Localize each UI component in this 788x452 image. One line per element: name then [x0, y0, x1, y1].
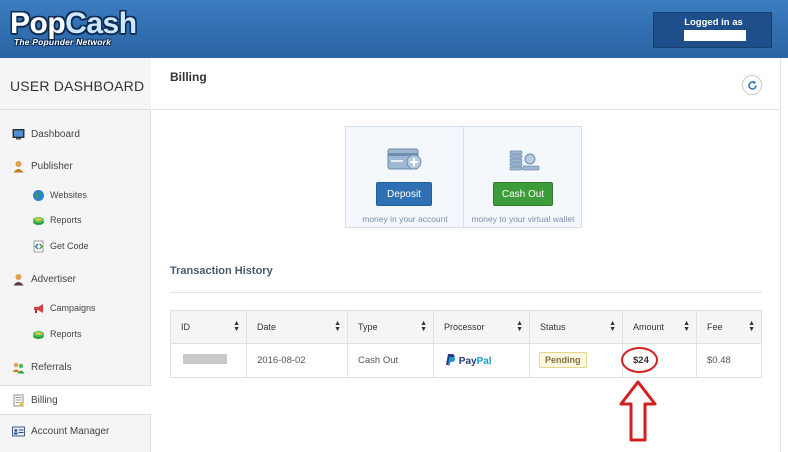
status-badge: Pending: [539, 352, 587, 368]
sidebar-item-billing[interactable]: Billing: [0, 385, 151, 415]
cell-type: Cash Out: [348, 344, 434, 378]
credit-card-icon: [387, 148, 422, 170]
refresh-button[interactable]: [742, 75, 762, 95]
sidebar-item-label: Websites: [50, 190, 87, 200]
sidebar: USER DASHBOARD Dashboard Publisher Websi…: [0, 58, 151, 452]
sidebar-item-publisher[interactable]: Publisher: [0, 155, 151, 179]
cell-fee: $0.48: [707, 355, 731, 366]
page-title: Billing: [170, 70, 207, 84]
sort-icon: ▲ ▼: [334, 320, 341, 333]
sidebar-item-label: Reports: [50, 215, 82, 225]
sidebar-item-label: Account Manager: [31, 426, 110, 437]
sort-icon: ▲ ▼: [233, 320, 240, 333]
code-icon: [33, 240, 44, 253]
cell-id: [171, 344, 247, 378]
id-card-icon: [12, 426, 25, 437]
logo-wordmark: PopCash: [10, 7, 137, 40]
deposit-button[interactable]: Deposit: [376, 182, 432, 206]
coins-icon: [33, 217, 44, 225]
popcash-logo[interactable]: PopCash The Popunder Network: [8, 7, 140, 53]
main-content: Billing Deposit money in your account Ca…: [152, 58, 788, 452]
sidebar-item-label: Campaigns: [50, 303, 96, 313]
advertiser-icon: [13, 274, 24, 286]
column-header-amount[interactable]: Amount ▲ ▼: [623, 311, 697, 344]
sidebar-item-label: Billing: [31, 395, 58, 406]
redacted-id: [183, 354, 227, 364]
transaction-history-title: Transaction History: [170, 265, 273, 277]
sort-icon: ▲ ▼: [609, 320, 616, 333]
annotation-arrow: [619, 380, 657, 442]
column-header-status[interactable]: Status ▲ ▼: [530, 311, 623, 344]
annotation-circle: [621, 347, 658, 373]
transaction-table: ID ▲ ▼ Date ▲ ▼ Type ▲ ▼ Processor ▲ ▼ Status ▲ ▼ …: [170, 310, 762, 378]
deposit-panel: Deposit money in your account: [346, 127, 464, 227]
logo-tagline: The Popunder Network: [14, 37, 112, 47]
column-header-id[interactable]: ID ▲ ▼: [171, 311, 247, 344]
sidebar-item-account-manager[interactable]: Account Manager: [0, 420, 151, 444]
document-icon: [13, 394, 24, 407]
cashout-panel: Cash Out money to your virtual wallet: [464, 127, 582, 227]
paypal-icon: [446, 354, 456, 366]
sidebar-item-advertiser[interactable]: Advertiser: [0, 268, 151, 292]
sort-icon: ▲ ▼: [516, 320, 523, 333]
logged-in-label: Logged in as: [684, 17, 743, 28]
cell-status: Pending: [530, 344, 623, 378]
megaphone-icon: [34, 304, 43, 313]
column-header-fee[interactable]: Fee ▲ ▼: [697, 311, 761, 344]
sidebar-item-label: Referrals: [31, 362, 72, 373]
cell-date: 2016-08-02: [247, 344, 348, 378]
sidebar-item-label: Reports: [50, 329, 82, 339]
sort-icon: ▲ ▼: [420, 320, 427, 333]
deposit-caption: money in your account: [362, 214, 448, 224]
sidebar-item-get-code[interactable]: Get Code: [0, 235, 151, 259]
globe-icon: [33, 190, 44, 201]
sidebar-item-dashboard[interactable]: Dashboard: [0, 123, 151, 147]
logged-in-box[interactable]: Logged in as: [653, 12, 772, 48]
coin-stack-icon: [509, 150, 540, 171]
refresh-icon: [748, 80, 757, 90]
sort-icon: ▲ ▼: [748, 320, 755, 333]
sidebar-item-label: Publisher: [31, 161, 73, 172]
sidebar-item-label: Advertiser: [31, 274, 77, 285]
sidebar-title-bar: USER DASHBOARD: [0, 58, 151, 110]
coins-icon: [33, 331, 44, 339]
paypal-logo: PayPal: [444, 353, 492, 367]
sidebar-item-referrals[interactable]: Referrals: [0, 356, 151, 380]
sidebar-item-campaigns[interactable]: Campaigns: [0, 297, 151, 321]
monitor-icon: [12, 129, 25, 140]
column-header-processor[interactable]: Processor ▲ ▼: [434, 311, 530, 344]
top-header: PopCash The Popunder Network Logged in a…: [0, 0, 788, 58]
column-header-type[interactable]: Type ▲ ▼: [348, 311, 434, 344]
section-divider: [170, 292, 762, 293]
billing-actions: Deposit money in your account Cash Out m…: [345, 126, 582, 228]
cash-out-caption: money to your virtual wallet: [471, 214, 575, 224]
column-header-date[interactable]: Date ▲ ▼: [247, 311, 348, 344]
users-icon: [12, 362, 25, 374]
page-scrollbar[interactable]: [780, 58, 788, 452]
sidebar-item-label: Dashboard: [31, 129, 80, 140]
user-icon: [13, 161, 24, 173]
cell-processor: PayPal: [434, 344, 530, 378]
sidebar-item-advertiser-reports[interactable]: Reports: [0, 323, 151, 347]
sort-icon: ▲ ▼: [683, 320, 690, 333]
sidebar-item-publisher-reports[interactable]: Reports: [0, 209, 151, 233]
page-header: Billing: [152, 58, 780, 110]
sidebar-title: USER DASHBOARD: [10, 78, 145, 94]
sidebar-item-label: Get Code: [50, 241, 89, 251]
sidebar-item-websites[interactable]: Websites: [0, 184, 151, 208]
cash-out-button[interactable]: Cash Out: [493, 182, 553, 206]
redacted-username: [684, 30, 746, 41]
